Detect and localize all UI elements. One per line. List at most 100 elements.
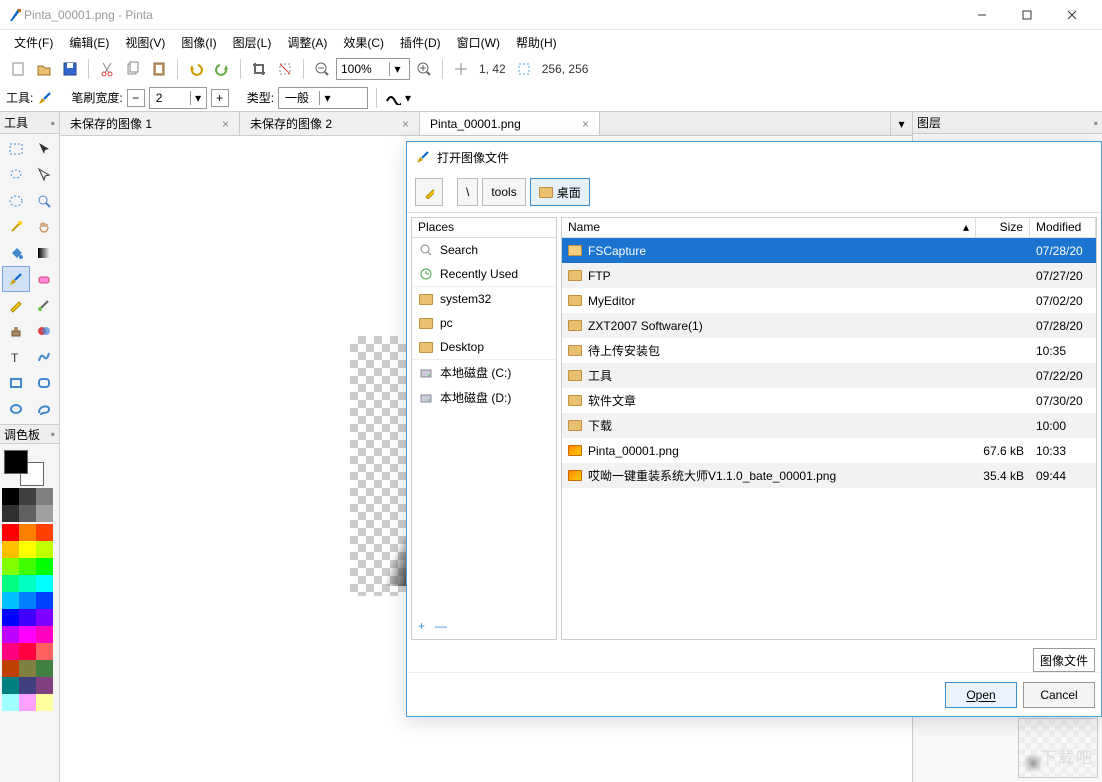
file-row[interactable]: Pinta_00001.png67.6 kB10:33 (562, 438, 1096, 463)
color-primary-secondary[interactable] (4, 450, 44, 486)
color-swatch[interactable] (2, 694, 19, 711)
color-swatch[interactable] (36, 505, 53, 522)
tool-pencil[interactable] (2, 292, 30, 318)
color-swatch[interactable] (2, 626, 19, 643)
cut-button[interactable] (95, 57, 119, 81)
menu-effect[interactable]: 效果(C) (335, 32, 392, 53)
color-swatch[interactable] (19, 660, 36, 677)
path-segment-tools[interactable]: tools (482, 178, 525, 206)
col-size[interactable]: Size (976, 218, 1030, 237)
color-swatch[interactable] (2, 541, 19, 558)
panel-menu-icon[interactable]: ▪ (51, 427, 55, 441)
panel-menu-icon[interactable]: ▪ (51, 116, 55, 130)
file-row[interactable]: 哎呦一键重装系统大师V1.1.0_bate_00001.png35.4 kB09… (562, 463, 1096, 488)
tool-clone[interactable] (2, 318, 30, 344)
places-item[interactable]: 本地磁盘 (D:) (412, 385, 556, 410)
cancel-button[interactable]: Cancel (1023, 682, 1095, 708)
color-swatch[interactable] (2, 677, 19, 694)
color-swatch[interactable] (2, 558, 19, 575)
color-swatch[interactable] (2, 524, 19, 541)
color-swatch[interactable] (19, 626, 36, 643)
color-swatch[interactable] (36, 660, 53, 677)
color-swatch[interactable] (19, 609, 36, 626)
document-tab[interactable]: 未保存的图像 1× (60, 112, 240, 135)
brush-type-combo[interactable]: 一般▾ (278, 87, 368, 109)
save-button[interactable] (58, 57, 82, 81)
tool-text[interactable]: T (2, 344, 30, 370)
color-swatch[interactable] (36, 488, 53, 505)
open-button[interactable]: Open (945, 682, 1017, 708)
menu-adjust[interactable]: 调整(A) (279, 32, 335, 53)
tool-pan[interactable] (30, 214, 58, 240)
color-swatch[interactable] (36, 541, 53, 558)
file-row[interactable]: FSCapture07/28/20 (562, 238, 1096, 263)
color-swatch[interactable] (19, 524, 36, 541)
places-item[interactable]: Recently Used (412, 262, 556, 287)
brush-width-combo[interactable]: 2▾ (149, 87, 207, 109)
col-modified[interactable]: Modified (1030, 218, 1096, 237)
color-swatch[interactable] (19, 592, 36, 609)
tool-zoom[interactable] (30, 188, 58, 214)
panel-menu-icon[interactable]: ▪ (1094, 116, 1098, 130)
tool-rectangle[interactable] (2, 370, 30, 396)
undo-button[interactable] (184, 57, 208, 81)
close-button[interactable] (1049, 0, 1094, 30)
brush-width-plus[interactable]: + (211, 89, 229, 107)
color-swatch[interactable] (36, 575, 53, 592)
zoom-in-button[interactable] (412, 57, 436, 81)
tool-rounded-rect[interactable] (30, 370, 58, 396)
menu-image[interactable]: 图像(I) (173, 32, 224, 53)
color-swatch[interactable] (2, 505, 19, 522)
tool-eraser[interactable] (30, 266, 58, 292)
color-swatch[interactable] (19, 694, 36, 711)
stroke-style-icon[interactable] (385, 90, 401, 106)
file-row[interactable]: 下载10:00 (562, 413, 1096, 438)
zoom-combo[interactable]: 100%▾ (336, 58, 410, 80)
file-row[interactable]: 软件文章07/30/20 (562, 388, 1096, 413)
tool-recolor[interactable] (30, 318, 58, 344)
tool-bucket[interactable] (2, 240, 30, 266)
color-swatch[interactable] (36, 643, 53, 660)
color-swatch[interactable] (2, 643, 19, 660)
file-row[interactable]: 待上传安装包10:35 (562, 338, 1096, 363)
tool-paintbrush[interactable] (2, 266, 30, 292)
menu-file[interactable]: 文件(F) (6, 32, 61, 53)
color-swatch[interactable] (36, 609, 53, 626)
file-row[interactable]: MyEditor07/02/20 (562, 288, 1096, 313)
tool-magic-wand[interactable] (2, 214, 30, 240)
color-swatch[interactable] (19, 541, 36, 558)
color-swatch[interactable] (36, 592, 53, 609)
new-button[interactable] (6, 57, 30, 81)
tab-close-icon[interactable]: × (402, 117, 409, 131)
menu-window[interactable]: 窗口(W) (449, 32, 508, 53)
document-tab[interactable]: 未保存的图像 2× (240, 112, 420, 135)
open-button[interactable] (32, 57, 56, 81)
tool-line[interactable] (30, 344, 58, 370)
file-row[interactable]: ZXT2007 Software(1)07/28/20 (562, 313, 1096, 338)
tool-color-picker[interactable] (30, 292, 58, 318)
chevron-down-icon[interactable]: ▾ (405, 91, 411, 105)
places-item[interactable]: 本地磁盘 (C:) (412, 360, 556, 385)
color-swatch[interactable] (36, 558, 53, 575)
chevron-down-icon[interactable]: ▾ (190, 91, 206, 105)
menu-help[interactable]: 帮助(H) (508, 32, 565, 53)
menu-edit[interactable]: 编辑(E) (61, 32, 117, 53)
minimize-button[interactable] (959, 0, 1004, 30)
document-tab[interactable]: Pinta_00001.png× (420, 112, 600, 135)
places-item[interactable]: Desktop (412, 335, 556, 360)
places-add-button[interactable]: + (418, 619, 425, 633)
deselect-button[interactable] (273, 57, 297, 81)
maximize-button[interactable] (1004, 0, 1049, 30)
copy-button[interactable] (121, 57, 145, 81)
tool-lasso[interactable] (2, 162, 30, 188)
color-swatch[interactable] (36, 524, 53, 541)
path-segment-desktop[interactable]: 桌面 (530, 178, 590, 206)
zoom-out-button[interactable] (310, 57, 334, 81)
color-swatch[interactable] (36, 694, 53, 711)
color-swatch[interactable] (36, 677, 53, 694)
color-swatch[interactable] (2, 609, 19, 626)
file-row[interactable]: FTP07/27/20 (562, 263, 1096, 288)
tool-ellipse-select[interactable] (2, 188, 30, 214)
color-primary[interactable] (4, 450, 28, 474)
tool-freeform[interactable] (30, 396, 58, 422)
